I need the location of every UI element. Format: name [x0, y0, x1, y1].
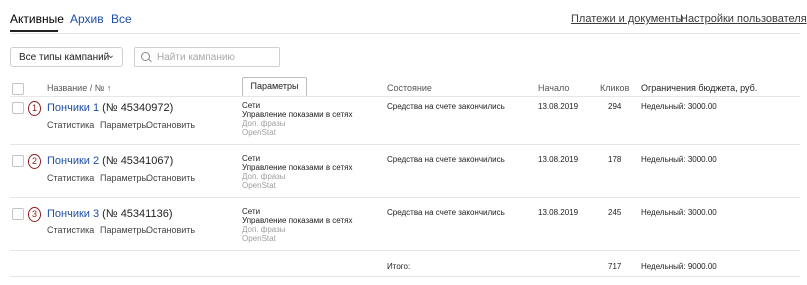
- header-clicks[interactable]: Кликов: [600, 83, 629, 93]
- row-checkbox[interactable]: [12, 208, 24, 220]
- header-start[interactable]: Начало: [538, 83, 569, 93]
- campaign-name[interactable]: Пончики 2: [47, 155, 99, 167]
- param-network-management: Управление показами в сетях: [242, 216, 353, 225]
- stop-link[interactable]: Остановить: [146, 173, 195, 183]
- tab-archive[interactable]: Архив: [70, 12, 104, 26]
- campaign-id: (№ 45340972): [102, 102, 174, 114]
- search-input[interactable]: [157, 52, 272, 63]
- params-button[interactable]: Параметры: [242, 77, 307, 97]
- row-marker: 2: [28, 154, 41, 169]
- param-network-management: Управление показами в сетях: [242, 110, 353, 119]
- active-tab-underline: [10, 30, 58, 32]
- row-marker: 3: [28, 207, 41, 222]
- param-networks: Сети: [242, 154, 261, 163]
- param-openstat: OpenStat: [242, 181, 276, 190]
- stats-link[interactable]: Статистика: [47, 120, 94, 130]
- param-extra-phrases: Доп. фразы: [242, 172, 286, 181]
- campaign-clicks: 245: [608, 208, 622, 217]
- row-divider: [10, 197, 800, 198]
- header-name[interactable]: Название / № ↑: [47, 83, 111, 93]
- stats-link[interactable]: Статистика: [47, 225, 94, 235]
- campaign-link[interactable]: Пончики 2 (№ 45341067): [47, 155, 173, 167]
- row-checkbox[interactable]: [12, 155, 24, 167]
- campaign-name[interactable]: Пончики 3: [47, 208, 99, 220]
- row-checkbox[interactable]: [12, 102, 24, 114]
- campaign-start: 13.08.2019: [538, 102, 579, 111]
- total-label: Итого:: [387, 262, 411, 271]
- tabs-divider: [10, 33, 800, 34]
- campaign-start: 13.08.2019: [538, 155, 579, 164]
- header-budget: Ограничения бюджета, руб.: [641, 83, 758, 93]
- search-icon: [141, 52, 150, 61]
- param-openstat: OpenStat: [242, 128, 276, 137]
- param-extra-phrases: Доп. фразы: [242, 119, 286, 128]
- tab-active[interactable]: Активные: [10, 12, 64, 26]
- campaign-id: (№ 45341067): [102, 155, 174, 167]
- campaign-search[interactable]: [134, 47, 280, 67]
- param-networks: Сети: [242, 207, 261, 216]
- params-link[interactable]: Параметры: [100, 120, 148, 130]
- row-divider: [10, 144, 800, 145]
- select-all-checkbox[interactable]: [12, 83, 24, 95]
- campaign-name[interactable]: Пончики 1: [47, 102, 99, 114]
- campaign-clicks: 294: [608, 102, 622, 111]
- row-divider: [10, 250, 800, 251]
- campaign-status: Средства на счете закончились: [387, 208, 505, 217]
- chevron-down-icon: ⌄: [106, 50, 115, 61]
- campaign-status: Средства на счете закончились: [387, 102, 505, 111]
- campaign-budget: Недельный: 3000.00: [641, 208, 717, 217]
- user-settings-link[interactable]: Настройки пользователя: [680, 13, 807, 25]
- campaign-start: 13.08.2019: [538, 208, 579, 217]
- campaign-type-dropdown[interactable]: Все типы кампаний ⌄: [10, 47, 123, 67]
- campaign-type-label: Все типы кампаний: [19, 52, 110, 63]
- row-marker: 1: [28, 101, 41, 116]
- tab-all[interactable]: Все: [111, 12, 132, 26]
- campaign-budget: Недельный: 3000.00: [641, 155, 717, 164]
- campaign-budget: Недельный: 3000.00: [641, 102, 717, 111]
- param-extra-phrases: Доп. фразы: [242, 225, 286, 234]
- total-budget: Недельный: 9000.00: [641, 262, 717, 271]
- campaign-link[interactable]: Пончики 1 (№ 45340972): [47, 102, 173, 114]
- payments-link[interactable]: Платежи и документы: [571, 13, 683, 25]
- stats-link[interactable]: Статистика: [47, 173, 94, 183]
- param-openstat: OpenStat: [242, 234, 276, 243]
- campaign-link[interactable]: Пончики 3 (№ 45341136): [47, 208, 172, 220]
- params-link[interactable]: Параметры: [100, 225, 148, 235]
- param-network-management: Управление показами в сетях: [242, 163, 353, 172]
- param-networks: Сети: [242, 101, 261, 110]
- campaign-clicks: 178: [608, 155, 622, 164]
- stop-link[interactable]: Остановить: [146, 225, 195, 235]
- total-clicks: 717: [608, 262, 622, 271]
- campaign-id: (№ 45341136): [102, 208, 173, 220]
- campaign-status: Средства на счете закончились: [387, 155, 505, 164]
- totals-divider: [10, 276, 800, 277]
- header-status: Состояние: [387, 83, 432, 93]
- stop-link[interactable]: Остановить: [146, 120, 195, 130]
- params-link[interactable]: Параметры: [100, 173, 148, 183]
- header-divider: [10, 96, 800, 97]
